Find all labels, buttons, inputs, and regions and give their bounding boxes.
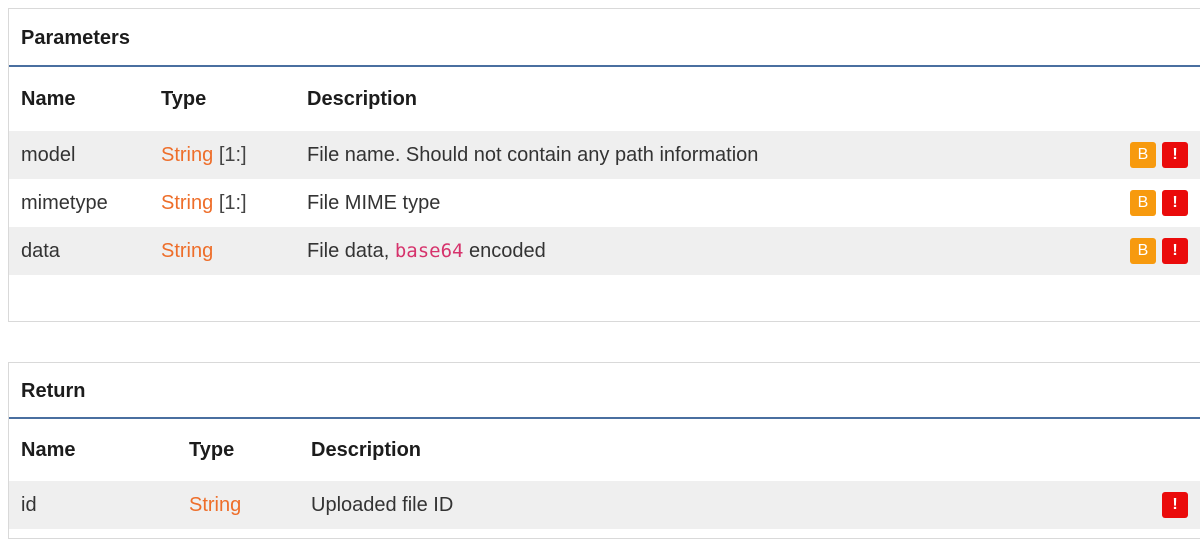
param-type: String (149, 227, 295, 275)
description-prefix: File data, (307, 239, 395, 262)
badge-group: B! (1090, 131, 1200, 179)
badge-group: B! (1090, 227, 1200, 275)
badge-group: B! (1090, 179, 1200, 227)
return-type: String (177, 481, 299, 529)
type-link[interactable]: String (189, 494, 241, 516)
column-header-badges (1090, 67, 1200, 131)
parameters-panel: Parameters Name Type Description model S… (8, 8, 1200, 322)
table-row: mimetype String [1:] File MIME type B! (9, 179, 1200, 227)
return-header-row: Name Type Description (9, 419, 1200, 481)
column-header-type: Type (161, 87, 207, 110)
badge-required: ! (1162, 492, 1188, 518)
return-name: id (9, 481, 177, 529)
column-header-badges (1090, 419, 1200, 481)
badge-b: B (1130, 190, 1156, 216)
parameters-table: Name Type Description model String [1:] … (9, 67, 1200, 275)
param-description: File data, base64 encoded (295, 227, 1090, 275)
param-description: File MIME type (307, 191, 441, 214)
return-description: Uploaded file ID (299, 481, 1090, 529)
type-link[interactable]: String (161, 192, 213, 214)
return-table: Name Type Description id String Uploaded… (9, 419, 1200, 529)
param-type: String [1:] (149, 131, 295, 179)
table-row: data String File data, base64 encoded B! (9, 227, 1200, 275)
param-type: String [1:] (149, 179, 295, 227)
parameters-header-row: Name Type Description (9, 67, 1200, 131)
column-header-type: Type (189, 438, 235, 461)
param-description: File name. Should not contain any path i… (295, 131, 1090, 179)
cardinality: [1:] (218, 191, 247, 214)
param-name: mimetype (21, 191, 108, 214)
column-header-name: Name (21, 87, 76, 110)
type-link[interactable]: String (161, 144, 213, 166)
parameters-title: Parameters (9, 9, 1200, 67)
return-panel: Return Name Type Description id String U… (8, 362, 1200, 539)
column-header-name: Name (21, 438, 76, 461)
badge-required: ! (1162, 142, 1188, 168)
param-name: model (9, 131, 149, 179)
inline-code: base64 (394, 239, 464, 262)
badge-group: ! (1090, 481, 1200, 529)
return-title: Return (9, 363, 1200, 419)
badge-b: B (1130, 238, 1156, 264)
cardinality: [1:] (218, 143, 247, 166)
param-name: data (9, 227, 149, 275)
badge-b: B (1130, 142, 1156, 168)
badge-required: ! (1162, 238, 1188, 264)
type-link[interactable]: String (161, 240, 213, 262)
column-header-description: Description (311, 438, 422, 461)
table-row: model String [1:] File name. Should not … (9, 131, 1200, 179)
table-row: id String Uploaded file ID ! (9, 481, 1200, 529)
description-suffix: encoded (463, 239, 546, 262)
badge-required: ! (1162, 190, 1188, 216)
column-header-description: Description (307, 87, 418, 110)
